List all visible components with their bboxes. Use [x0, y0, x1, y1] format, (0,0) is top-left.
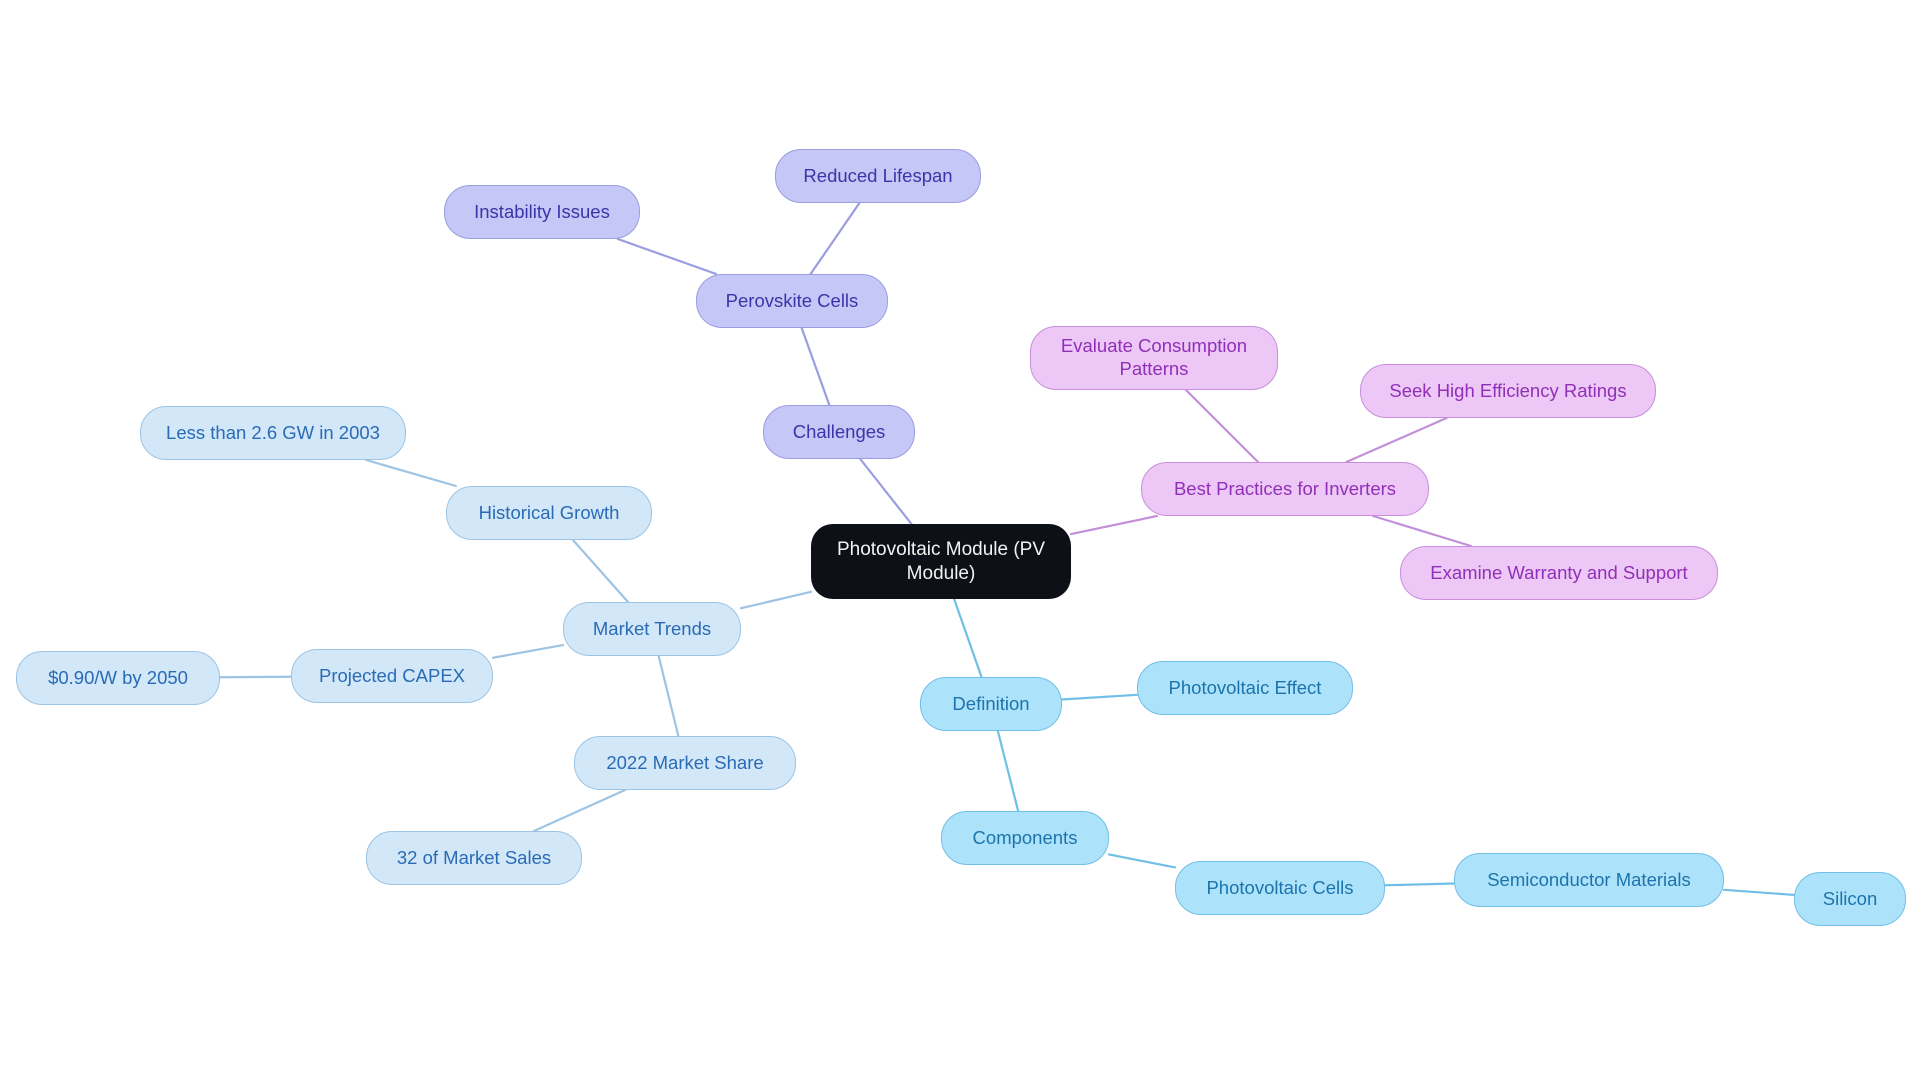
mindmap-node-instability[interactable]: Instability Issues: [444, 185, 640, 239]
mindmap-edge-root-to-definition: [953, 597, 983, 679]
mindmap-node-historical[interactable]: Historical Growth: [446, 486, 652, 540]
mindmap-node-semiconductor[interactable]: Semiconductor Materials: [1454, 853, 1724, 907]
mindmap-node-components[interactable]: Components: [941, 811, 1109, 865]
mindmap-edge-share2022-to-sales32: [532, 788, 627, 833]
mindmap-edge-root-to-challenges: [859, 457, 913, 526]
mindmap-node-capexval[interactable]: $0.90/W by 2050: [16, 651, 220, 705]
mindmap-edge-market-to-capex: [491, 643, 565, 659]
mindmap-edge-bestprac-to-efficiency: [1345, 416, 1448, 464]
mindmap-node-warranty[interactable]: Examine Warranty and Support: [1400, 546, 1718, 600]
mindmap-edge-perovskite-to-instability: [616, 237, 718, 276]
mindmap-edge-semiconductor-to-silicon: [1722, 888, 1796, 897]
mindmap-node-bestprac[interactable]: Best Practices for Inverters: [1141, 462, 1429, 516]
mindmap-node-consumption[interactable]: Evaluate Consumption Patterns: [1030, 326, 1278, 390]
mindmap-node-perovskite[interactable]: Perovskite Cells: [696, 274, 888, 328]
mindmap-edge-root-to-market: [739, 590, 813, 610]
mindmap-canvas: Photovoltaic Module (PV Module) Challenge…: [0, 0, 1920, 1083]
mindmap-node-lessthan[interactable]: Less than 2.6 GW in 2003: [140, 406, 406, 460]
mindmap-edge-root-to-bestprac: [1069, 514, 1158, 536]
mindmap-edge-bestprac-to-consumption: [1184, 388, 1260, 464]
mindmap-node-lifespan[interactable]: Reduced Lifespan: [775, 149, 981, 203]
mindmap-edge-bestprac-to-warranty: [1371, 514, 1473, 548]
mindmap-edge-components-to-pvcells: [1107, 853, 1177, 869]
mindmap-node-pveffect[interactable]: Photovoltaic Effect: [1137, 661, 1353, 715]
mindmap-node-challenges[interactable]: Challenges: [763, 405, 915, 459]
mindmap-node-capex[interactable]: Projected CAPEX: [291, 649, 493, 703]
mindmap-node-market[interactable]: Market Trends: [563, 602, 741, 656]
mindmap-edge-definition-to-pveffect: [1060, 693, 1139, 701]
mindmap-node-sales32[interactable]: 32 of Market Sales: [366, 831, 582, 885]
mindmap-root-node[interactable]: Photovoltaic Module (PV Module): [811, 524, 1071, 599]
mindmap-node-efficiency[interactable]: Seek High Efficiency Ratings: [1360, 364, 1656, 418]
mindmap-edge-pvcells-to-semiconductor: [1383, 882, 1456, 887]
mindmap-edge-challenges-to-perovskite: [800, 326, 831, 407]
mindmap-node-share2022[interactable]: 2022 Market Share: [574, 736, 796, 790]
mindmap-node-definition[interactable]: Definition: [920, 677, 1062, 731]
mindmap-edge-capex-to-capexval: [218, 675, 293, 679]
mindmap-edge-perovskite-to-lifespan: [809, 201, 861, 276]
mindmap-edge-market-to-share2022: [657, 654, 680, 738]
mindmap-edge-market-to-historical: [571, 538, 630, 604]
mindmap-edge-definition-to-components: [996, 729, 1020, 813]
mindmap-node-pvcells[interactable]: Photovoltaic Cells: [1175, 861, 1385, 915]
mindmap-node-silicon[interactable]: Silicon: [1794, 872, 1906, 926]
mindmap-edge-historical-to-lessthan: [365, 458, 457, 488]
